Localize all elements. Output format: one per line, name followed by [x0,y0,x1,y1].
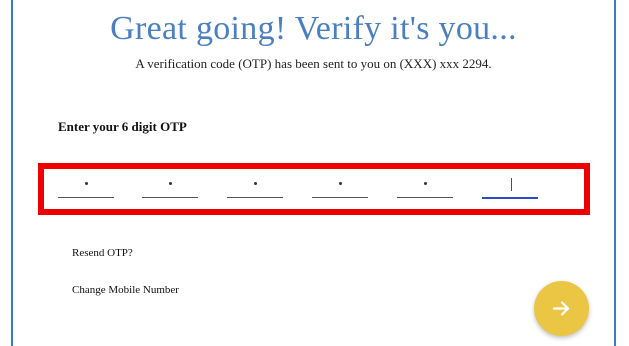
text-cursor [511,178,512,191]
otp-sent-message: A verification code (OTP) has been sent … [135,56,492,71]
otp-digit-5[interactable] [397,172,453,198]
otp-digit-4[interactable] [312,172,368,198]
otp-dot-4 [339,182,342,185]
otp-dot-2 [169,182,172,185]
arrow-right-icon [552,301,570,316]
change-mobile-number-link[interactable]: Change Mobile Number [72,284,179,296]
page-title: Great going! Verify it's you... [110,10,517,47]
submit-button[interactable] [534,281,589,336]
otp-dot-3 [254,182,257,185]
otp-dot-5 [424,182,427,185]
otp-label: Enter your 6 digit OTP [58,119,187,134]
otp-dot-1 [85,182,88,185]
otp-digit-1[interactable] [58,172,114,198]
otp-digit-6[interactable] [482,172,538,199]
otp-digit-2[interactable] [142,172,198,198]
resend-otp-link[interactable]: Resend OTP? [72,247,133,259]
otp-digit-3[interactable] [227,172,283,198]
